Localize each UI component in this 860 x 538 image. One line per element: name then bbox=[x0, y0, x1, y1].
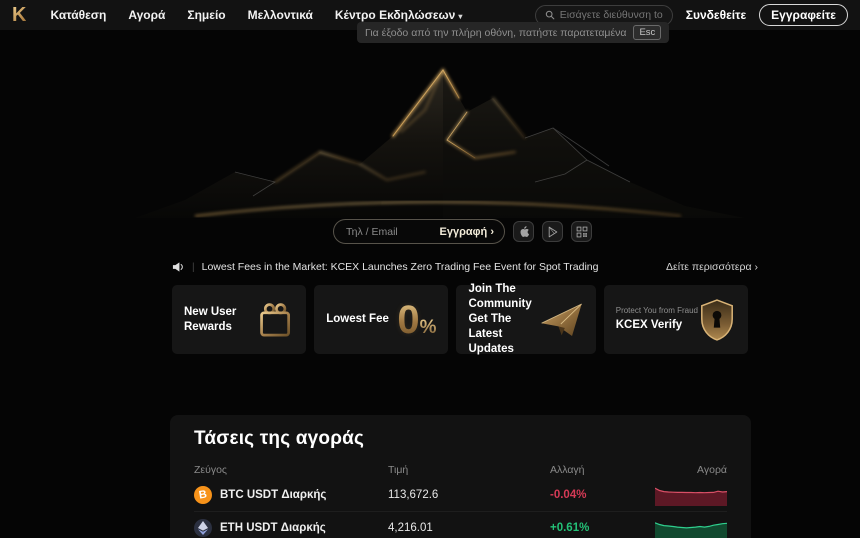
register-button[interactable]: Εγγραφείτε bbox=[759, 4, 848, 26]
promo-card-subtitle: Protect You from Fraud bbox=[616, 306, 698, 315]
qr-code-icon bbox=[576, 226, 588, 238]
change-value: -0.04% bbox=[550, 489, 652, 501]
market-row-eth[interactable]: ETH USDT Διαρκής 4,216.01 +0.61% bbox=[194, 511, 727, 538]
nav-item-futures[interactable]: Μελλοντικά bbox=[248, 8, 313, 22]
pair-label: BTC USDT Διαρκής bbox=[220, 489, 326, 501]
fullscreen-exit-toast: Για έξοδο από την πλήρη οθόνη, πατήστε π… bbox=[357, 22, 669, 43]
market-row-btc[interactable]: B BTC USDT Διαρκής 113,672.6 -0.04% bbox=[194, 478, 727, 511]
market-trends-title: Τάσεις της αγοράς bbox=[194, 428, 727, 450]
hero-mountain-graphic bbox=[125, 40, 745, 218]
promo-cards: New User Rewards Lowest Fee 0% Join The bbox=[172, 285, 748, 354]
ticker-divider: | bbox=[192, 262, 195, 273]
promo-card-community[interactable]: Join The Community Get The Latest Update… bbox=[456, 285, 595, 354]
market-table-header: Ζεύγος Τιμή Αλλαγή Αγορά bbox=[194, 462, 727, 478]
price-value: 113,672.6 bbox=[388, 489, 550, 501]
promo-card-kcex-verify[interactable]: Protect You from Fraud KCEX Verify bbox=[604, 285, 748, 354]
zero-percent-graphic: 0% bbox=[397, 300, 436, 340]
column-header-change: Αλλαγή bbox=[550, 464, 652, 476]
nav-item-events[interactable]: Κέντρο Εκδηλώσεων▾ bbox=[335, 8, 463, 22]
qr-download-button[interactable] bbox=[571, 221, 592, 242]
column-header-price: Τιμή bbox=[388, 464, 550, 476]
nav-item-deposit[interactable]: Κατάθεση bbox=[50, 8, 106, 22]
telegram-plane-icon bbox=[540, 298, 583, 342]
promo-card-title: New User Rewards bbox=[184, 305, 256, 335]
search-icon bbox=[545, 10, 555, 20]
toast-text: Για έξοδο από την πλήρη οθόνη, πατήστε π… bbox=[365, 27, 626, 39]
kcex-logo[interactable]: K bbox=[12, 5, 26, 25]
shield-keyhole-icon bbox=[698, 298, 736, 342]
signin-link[interactable]: Συνδεθείτε bbox=[686, 8, 746, 22]
btc-icon: B bbox=[194, 486, 212, 504]
column-header-market: Αγορά bbox=[652, 464, 727, 476]
speaker-icon bbox=[172, 261, 185, 273]
promo-card-title: Join The Community Get The Latest Update… bbox=[468, 282, 540, 357]
apple-icon bbox=[517, 225, 530, 238]
esc-key-badge: Esc bbox=[633, 25, 661, 40]
see-more-link[interactable]: Δείτε περισσότερα › bbox=[666, 261, 758, 273]
promo-card-new-user-rewards[interactable]: New User Rewards bbox=[172, 285, 306, 354]
promo-card-title: KCEX Verify bbox=[616, 318, 688, 333]
phone-email-input[interactable] bbox=[346, 226, 435, 238]
promo-card-text: Protect You from Fraud KCEX Verify bbox=[616, 306, 698, 333]
signup-row: Εγγραφή › bbox=[333, 219, 592, 244]
market-trends-section: Τάσεις της αγοράς Ζεύγος Τιμή Αλλαγή Αγο… bbox=[170, 415, 751, 538]
apple-app-button[interactable] bbox=[513, 221, 534, 242]
gift-icon bbox=[256, 298, 294, 342]
nav-item-spot[interactable]: Σημείο bbox=[187, 8, 225, 22]
btc-sparkline bbox=[655, 480, 727, 506]
nav-item-events-label: Κέντρο Εκδηλώσεων bbox=[335, 8, 455, 22]
kcex-homepage: K Κατάθεση Αγορά Σημείο Μελλοντικά Κέντρ… bbox=[0, 0, 860, 538]
signup-button[interactable]: Εγγραφή › bbox=[435, 226, 499, 238]
eth-icon bbox=[194, 519, 212, 537]
signup-form[interactable]: Εγγραφή › bbox=[333, 219, 505, 244]
announcement-text[interactable]: Lowest Fees in the Market: KCEX Launches… bbox=[202, 261, 599, 273]
google-play-button[interactable] bbox=[542, 221, 563, 242]
change-value: +0.61% bbox=[550, 522, 652, 534]
google-play-icon bbox=[547, 226, 559, 238]
promo-card-title: Lowest Fee bbox=[326, 312, 389, 327]
main-nav: Κατάθεση Αγορά Σημείο Μελλοντικά Κέντρο … bbox=[50, 8, 462, 22]
eth-sparkline bbox=[655, 514, 727, 538]
chevron-down-icon: ▾ bbox=[458, 12, 462, 21]
zero-digit: 0 bbox=[397, 300, 419, 340]
percent-sign: % bbox=[420, 318, 437, 337]
price-value: 4,216.01 bbox=[388, 522, 550, 534]
token-search-input[interactable] bbox=[560, 9, 663, 21]
column-header-pair: Ζεύγος bbox=[194, 464, 388, 476]
announcement-bar: | Lowest Fees in the Market: KCEX Launch… bbox=[172, 259, 758, 275]
nav-item-market[interactable]: Αγορά bbox=[128, 8, 165, 22]
promo-card-lowest-fee[interactable]: Lowest Fee 0% bbox=[314, 285, 448, 354]
pair-label: ETH USDT Διαρκής bbox=[220, 522, 326, 534]
